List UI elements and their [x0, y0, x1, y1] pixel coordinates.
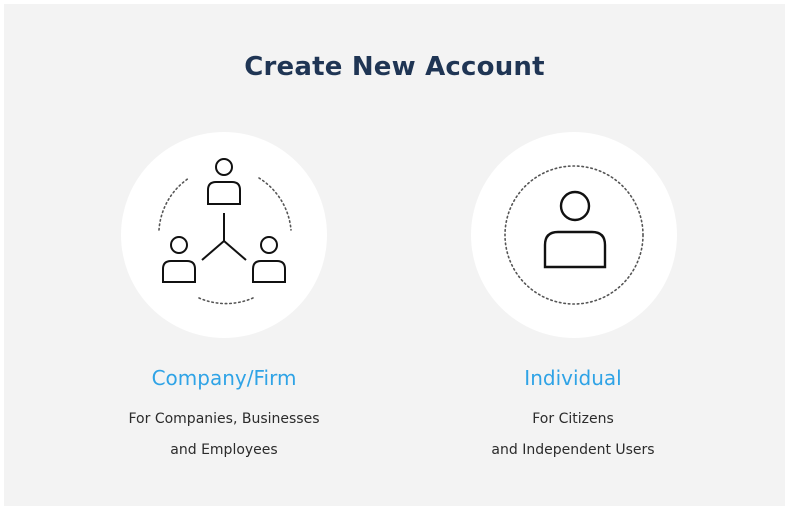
- page-title: Create New Account: [244, 52, 545, 82]
- individual-description-line2: and Independent Users: [491, 442, 655, 458]
- company-firm-title[interactable]: Company/Firm: [94, 366, 354, 390]
- network-users-icon: [158, 158, 292, 305]
- company-firm-option[interactable]: Company/Firm For Companies, Businesses a…: [94, 132, 354, 472]
- individual-icon-circle[interactable]: [471, 132, 677, 338]
- company-description-line1: For Companies, Businesses: [128, 411, 320, 427]
- individual-title[interactable]: Individual: [443, 366, 703, 390]
- company-description-line2: and Employees: [170, 442, 278, 458]
- individual-description-line1: For Citizens: [532, 411, 614, 427]
- user-icon: [504, 165, 644, 305]
- individual-option[interactable]: Individual For Citizens and Independent …: [443, 132, 703, 472]
- company-icon-circle[interactable]: [121, 132, 327, 338]
